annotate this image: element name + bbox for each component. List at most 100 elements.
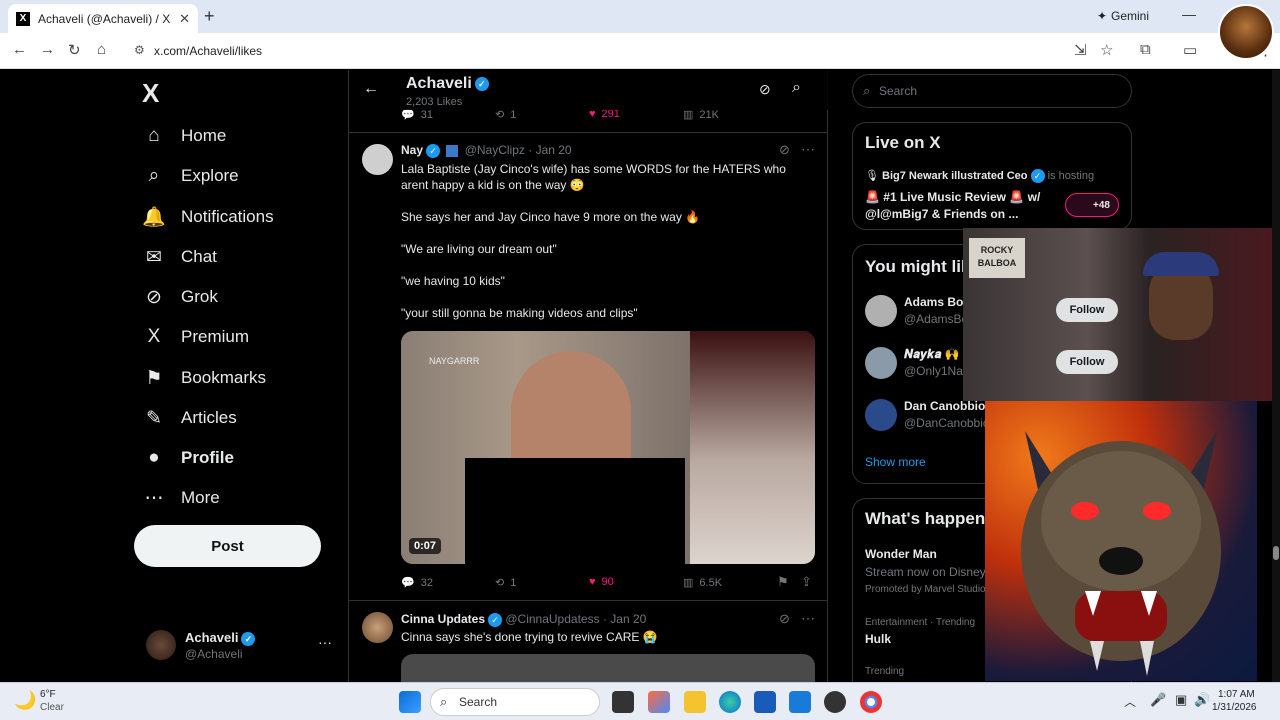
bookmark-icon[interactable]: ⚑: [777, 574, 789, 590]
forward-arrow-icon[interactable]: →: [40, 41, 55, 58]
tray-chevron-icon[interactable]: ︿: [1124, 693, 1136, 710]
x-logo-icon[interactable]: X: [142, 78, 159, 109]
suggested-user-name[interactable]: Dan Canobbio: [904, 399, 985, 413]
post-header: Nay ✓ @NayClipz · Jan 20: [401, 143, 572, 158]
back-arrow-icon[interactable]: ←: [363, 80, 379, 98]
windows-start-icon[interactable]: [399, 691, 421, 713]
views-count: 21K: [699, 108, 719, 121]
split-view-icon[interactable]: ▭: [1183, 41, 1197, 59]
follow-button[interactable]: Follow: [1056, 298, 1118, 322]
home-icon[interactable]: ⌂: [97, 41, 106, 58]
network-icon[interactable]: ▣: [1175, 692, 1187, 708]
nav-item-articles[interactable]: ✎ Articles: [140, 400, 237, 436]
reply-count: 31: [420, 108, 433, 121]
post-author-avatar[interactable]: [362, 144, 393, 175]
nav-item-premium[interactable]: X Premium: [140, 319, 249, 355]
nav-item-explore[interactable]: ⌕ Explore: [140, 158, 239, 194]
profile-icon: ●: [148, 447, 160, 468]
post-media[interactable]: [401, 654, 815, 682]
post-text-line: "we having 10 kids": [401, 274, 505, 288]
promo-title[interactable]: Wonder Man: [865, 547, 937, 561]
task-view-icon[interactable]: [612, 691, 634, 713]
live-show-title[interactable]: 🚨 #1 Live Music Review 🚨 w/: [865, 190, 1040, 204]
new-tab-button[interactable]: +: [204, 6, 215, 27]
chrome-icon[interactable]: [860, 691, 882, 713]
grok-icon[interactable]: ⊘: [779, 611, 790, 627]
webcam-overlay: ROCKY BALBOA Follow Follow: [963, 228, 1275, 401]
video-black-box: [465, 458, 685, 564]
post-author-handle[interactable]: @NayClipz: [465, 143, 525, 157]
nav-item-grok[interactable]: ⊘ Grok: [140, 279, 218, 315]
share-icon[interactable]: ⇪: [801, 574, 812, 590]
browser-tab[interactable]: X Achaveli (@Achaveli) / X ✕: [8, 4, 198, 33]
post-more-icon[interactable]: ⋯: [801, 141, 815, 158]
nav-item-label: Home: [181, 126, 227, 145]
url-field[interactable]: ⚙ x.com/Achaveli/likes: [126, 37, 1066, 65]
store-icon[interactable]: [754, 691, 776, 713]
weather-temp[interactable]: 6°F: [40, 689, 56, 700]
nav-item-chat[interactable]: ✉ Chat: [140, 239, 217, 275]
tab-close-icon[interactable]: ✕: [179, 11, 190, 27]
extensions-icon[interactable]: ⧉: [1140, 41, 1151, 58]
site-settings-icon[interactable]: ⚙: [134, 43, 145, 57]
trend-name[interactable]: Hulk: [865, 632, 891, 646]
outlook-icon[interactable]: [789, 691, 811, 713]
reload-icon[interactable]: ↻: [68, 41, 81, 59]
page-scrollbar[interactable]: [1272, 70, 1280, 682]
show-more-link[interactable]: Show more: [865, 455, 926, 469]
minimize-button[interactable]: —: [1182, 6, 1196, 22]
file-explorer-icon[interactable]: [684, 691, 706, 713]
profile-header: ← Achaveli ✓ 2,203 Likes ⊘ ⌕: [349, 70, 828, 110]
bookmark-star-icon[interactable]: ☆: [1100, 41, 1113, 59]
views-button[interactable]: ▥ 6.5K: [683, 576, 722, 590]
search-icon[interactable]: ⌕: [792, 79, 801, 97]
back-arrow-icon[interactable]: ←: [12, 41, 27, 58]
hosting-label: is hosting: [1047, 170, 1095, 182]
grok-icon: ⊘: [146, 286, 162, 308]
user-avatar[interactable]: [865, 399, 897, 431]
more-icon: ⋯: [144, 487, 164, 509]
reply-button[interactable]: 💬 32: [401, 576, 433, 590]
install-icon[interactable]: ⇲: [1074, 41, 1087, 59]
user-avatar[interactable]: [865, 295, 897, 327]
browser-profile-avatar[interactable]: [1218, 4, 1274, 60]
edge-icon[interactable]: [719, 691, 741, 713]
browser-tab-bar: X Achaveli (@Achaveli) / X ✕ + ✦ Gemini …: [0, 0, 1280, 33]
clock-date[interactable]: 1/31/2026: [1212, 702, 1257, 713]
obs-icon[interactable]: [824, 691, 846, 713]
post-author-name[interactable]: Cinna Updates: [401, 612, 485, 626]
like-count: 90: [601, 576, 614, 588]
microphone-icon[interactable]: 🎤: [1150, 692, 1166, 708]
grok-icon[interactable]: ⊘: [779, 142, 790, 158]
user-avatar[interactable]: [865, 347, 897, 379]
post-author-avatar[interactable]: [362, 612, 393, 643]
search-input[interactable]: ⌕ Search: [852, 74, 1132, 108]
gemini-button[interactable]: ✦ Gemini: [1088, 5, 1158, 27]
nav-item-bookmarks[interactable]: ⚑ Bookmarks: [140, 360, 266, 396]
grok-icon[interactable]: ⊘: [759, 81, 771, 98]
widgets-icon[interactable]: [648, 691, 670, 713]
post-more-icon[interactable]: ⋯: [801, 610, 815, 627]
suggested-user-name[interactable]: 𝑵𝒂𝒚𝒌𝒂 🙌: [904, 347, 960, 362]
live-host[interactable]: 🎙 Big7 Newark illustrated Ceo ✓ is hostin…: [865, 169, 1095, 184]
volume-icon[interactable]: 🔊: [1194, 692, 1210, 708]
listeners-badge[interactable]: +48: [1065, 193, 1119, 217]
nav-item-profile[interactable]: ● Profile: [140, 440, 234, 476]
live-show-title-line2[interactable]: @l@mBig7 & Friends on ...: [865, 207, 1018, 221]
clock-time[interactable]: 1:07 AM: [1218, 689, 1255, 700]
taskbar-search[interactable]: ⌕ Search: [430, 688, 600, 716]
follow-button[interactable]: Follow: [1056, 350, 1118, 374]
post-date[interactable]: · Jan 20: [528, 143, 571, 157]
nav-item-home[interactable]: ⌂ Home: [140, 118, 226, 154]
post-author-name[interactable]: Nay: [401, 143, 423, 157]
account-more-icon[interactable]: ···: [318, 634, 332, 650]
like-button[interactable]: ♥ 90: [589, 576, 614, 588]
post-date[interactable]: · Jan 20: [603, 612, 646, 626]
post-author-handle[interactable]: @CinnaUpdatess: [505, 612, 599, 626]
nav-item-notifications[interactable]: 🔔 Notifications: [140, 199, 273, 235]
scrollbar-thumb[interactable]: [1273, 546, 1279, 560]
post-button[interactable]: Post: [134, 525, 321, 567]
nav-item-more[interactable]: ⋯ More: [140, 480, 220, 516]
repost-button[interactable]: ⟲ 1: [495, 576, 516, 590]
post-video[interactable]: NAYGARRR 0:07: [401, 331, 815, 564]
